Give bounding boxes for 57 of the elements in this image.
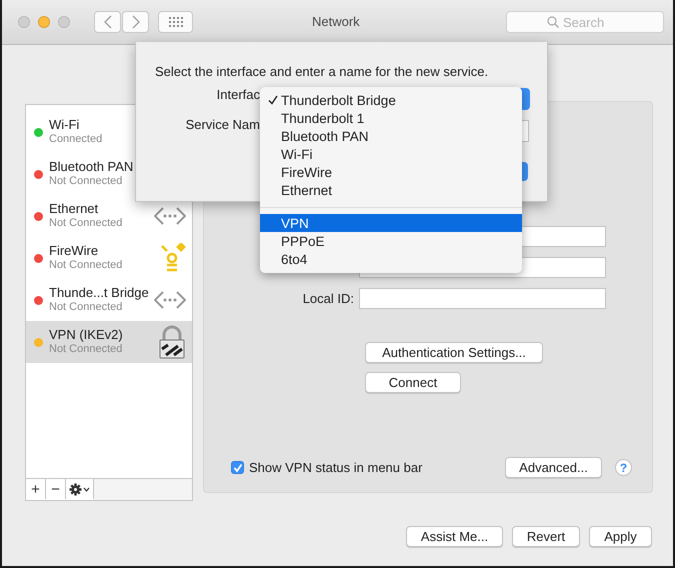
service-item[interactable]: Thunde...t Bridge Not Connected [26,279,192,321]
footer-button[interactable]: Revert [512,526,580,547]
service-status: Not Connected [49,342,123,356]
service-status: Not Connected [49,174,124,188]
service-name: Thunde...t Bridge [49,286,149,300]
zoom-button[interactable] [58,16,70,28]
gear-icon [68,482,90,496]
service-name: Ethernet [49,202,100,216]
close-button[interactable] [18,16,30,28]
search-icon [547,16,559,28]
sheet-label: Service Nam [186,116,260,132]
menu-item[interactable]: FireWire [260,163,522,181]
menu-item[interactable]: Ethernet [260,181,522,199]
minimize-button[interactable] [38,16,50,28]
service-status: Not Connected [49,258,122,272]
firewire-icon [160,243,186,273]
chevron-left-icon [102,15,112,29]
chevron-right-icon [130,15,140,29]
window-title: Network [312,14,360,29]
service-status: Not Connected [49,300,124,314]
menu-item[interactable]: Thunderbolt 1 [260,109,522,127]
menu-item[interactable]: VPN [260,214,522,232]
service-item[interactable]: VPN (IKEv2) Not Connected [26,321,192,363]
sheet-label: Interfac [216,86,260,102]
service-status: Not Connected [49,216,122,230]
menu-item[interactable]: 6to4 [260,250,522,268]
ethernet-icon [154,290,186,310]
service-name: VPN (IKEv2) [49,328,123,342]
grid-icon [168,17,182,27]
sheet-prompt: Select the interface and enter a name for the new service. [155,64,490,79]
ethernet-icon [154,206,186,226]
menu-item[interactable]: Bluetooth PAN [260,127,522,145]
service-name: Bluetooth PAN [49,160,134,174]
show-all-button[interactable] [158,11,193,33]
lock-icon [158,325,186,359]
footer-button[interactable]: Apply [589,526,652,547]
back-button[interactable] [94,11,121,33]
service-name: Wi-Fi [49,118,80,132]
panel-button[interactable]: Authentication Settings... [365,342,543,363]
service-item[interactable]: Ethernet Not Connected [26,195,192,237]
checkbox[interactable] [231,461,244,474]
service-status: Connected [49,132,102,146]
footer-button[interactable]: Assist Me... [406,526,503,547]
menu-item[interactable]: Wi-Fi [260,145,522,163]
service-item[interactable]: Bluetooth PAN Not Connected [26,153,192,195]
check-icon [268,95,278,105]
checkbox-label: Show VPN status in menu bar [249,460,422,475]
menu-item[interactable]: PPPoE [260,232,522,250]
panel-button[interactable]: Connect [365,372,461,393]
service-item[interactable]: FireWire Not Connected [26,237,192,279]
text-field[interactable] [359,288,606,309]
service-name: FireWire [49,244,100,258]
menu-item[interactable]: Thunderbolt Bridge [260,91,522,109]
advanced-button[interactable]: Advanced... [505,457,602,478]
forward-button[interactable] [122,11,149,33]
search-field[interactable]: Search [506,11,664,33]
field-label: Local ID: [302,291,354,306]
